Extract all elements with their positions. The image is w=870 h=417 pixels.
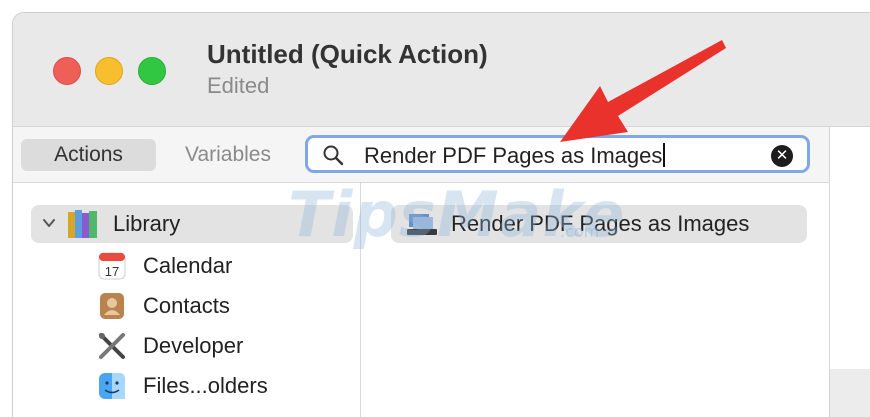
watermark-suffix: .com	[560, 222, 600, 241]
workflow-area	[830, 369, 870, 417]
window-title: Untitled (Quick Action)	[207, 39, 488, 69]
contacts-icon	[100, 293, 124, 319]
calendar-day: 17	[105, 264, 119, 279]
close-window-button[interactable]	[53, 57, 81, 85]
library-toolbar: Actions Variables Render PDF Pages as Im…	[13, 127, 829, 183]
sidebar-item-label: Files...olders	[143, 373, 268, 398]
text-cursor	[663, 143, 666, 167]
search-input[interactable]: Render PDF Pages as Images	[364, 143, 666, 169]
sidebar-item-label: Contacts	[143, 293, 230, 318]
search-field[interactable]: Render PDF Pages as Images ✕	[305, 135, 810, 173]
chevron-down-icon[interactable]	[41, 215, 57, 231]
library-icon	[68, 210, 97, 238]
minimize-window-button[interactable]	[95, 57, 123, 85]
search-input-value: Render PDF Pages as Images	[364, 143, 663, 168]
sidebar-item-label: Library	[113, 211, 181, 236]
title-bar: Untitled (Quick Action) Edited	[13, 13, 870, 127]
sidebar-item-label: Calendar	[143, 253, 233, 278]
calendar-icon: 17	[98, 252, 126, 280]
window-subtitle: Edited	[207, 73, 270, 98]
search-icon	[323, 145, 344, 166]
variables-tab[interactable]: Variables	[165, 139, 291, 171]
clear-search-icon[interactable]: ✕	[771, 145, 793, 167]
sidebar-item-label: Developer	[143, 333, 244, 358]
actions-tab[interactable]: Actions	[21, 139, 156, 171]
finder-icon	[99, 373, 125, 399]
zoom-window-button[interactable]	[138, 57, 166, 85]
developer-icon	[99, 333, 125, 359]
